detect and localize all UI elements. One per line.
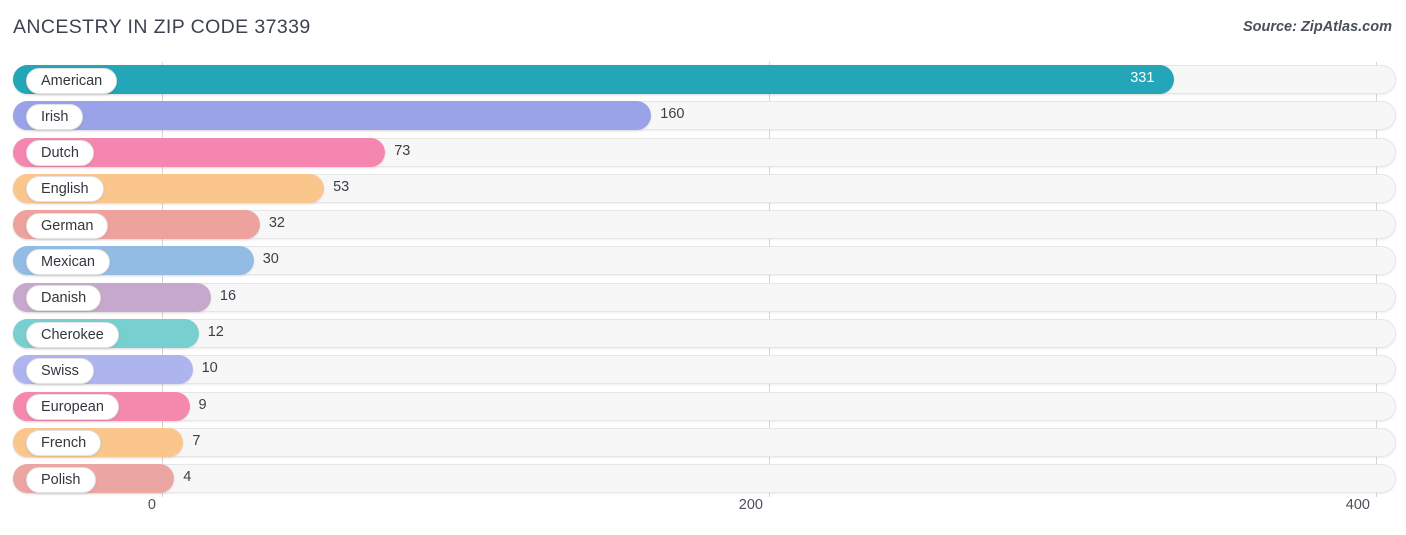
bar-value-label: 30 — [262, 251, 279, 268]
bar-row: Dutch 73 — [0, 135, 1406, 171]
bar-category-label: European — [26, 394, 119, 421]
bar-value-label: 53 — [333, 178, 350, 195]
x-axis-tick-label: 0 — [147, 497, 156, 513]
bar-category-label: Dutch — [26, 140, 94, 167]
bar-value-label: 4 — [183, 469, 192, 486]
bar-row: Danish 16 — [0, 280, 1406, 316]
bar[interactable] — [13, 65, 1175, 94]
bar-row: Polish 4 — [0, 461, 1406, 497]
bar[interactable] — [13, 101, 652, 131]
bar-category-label: German — [26, 212, 109, 239]
bar-rows: American 331 Irish 160 Dutch 73 English 53 Germa… — [0, 62, 1406, 498]
bar-row: French 7 — [0, 425, 1406, 461]
bar-row: American 331 — [0, 62, 1406, 98]
bar-track — [13, 391, 1396, 421]
bar-track — [13, 464, 1396, 494]
bar-row: English 53 — [0, 171, 1406, 207]
bar-category-label: Polish — [26, 466, 96, 493]
bar-category-label: Cherokee — [26, 321, 119, 348]
page-title: ANCESTRY IN ZIP CODE 37339 — [13, 16, 311, 38]
source-attribution: Source: ZipAtlas.com — [1242, 19, 1392, 35]
bar-row: Cherokee 12 — [0, 316, 1406, 352]
chart-container: ANCESTRY IN ZIP CODE 37339 Source: ZipAt… — [0, 0, 1406, 535]
x-axis-tick-label: 200 — [738, 497, 763, 513]
bar-category-label: English — [26, 176, 104, 203]
plot-area: American 331 Irish 160 Dutch 73 English 53 Germa… — [0, 62, 1406, 497]
bar-category-label: Danish — [26, 285, 102, 312]
bar-row: German 32 — [0, 207, 1406, 243]
bar-row: European 9 — [0, 389, 1406, 425]
x-axis-tick-label: 400 — [1345, 497, 1370, 513]
bar-value-label: 331 — [1130, 70, 1155, 86]
bar-track — [13, 427, 1396, 457]
bar-category-label: Mexican — [26, 248, 110, 275]
bar-value-label: 32 — [268, 215, 285, 232]
bar-value-label: 73 — [394, 142, 411, 159]
bar-row: Irish 160 — [0, 98, 1406, 134]
bar-value-label: 16 — [219, 287, 237, 304]
bar-category-label: Swiss — [26, 357, 94, 384]
bar-category-label: Irish — [26, 103, 84, 130]
bar-value-label: 9 — [198, 396, 207, 413]
bar-row: Swiss 10 — [0, 352, 1406, 388]
bar-track — [13, 355, 1396, 385]
bar-value-label: 10 — [201, 360, 218, 377]
bar-value-label: 160 — [660, 106, 685, 123]
bar-value-label: 7 — [192, 432, 201, 449]
bar-category-label: American — [26, 67, 118, 94]
x-axis: 0 200 400 — [0, 497, 1406, 527]
bar-value-label: 12 — [207, 324, 224, 341]
bar-row: Mexican 30 — [0, 243, 1406, 279]
bar-category-label: French — [26, 430, 102, 457]
